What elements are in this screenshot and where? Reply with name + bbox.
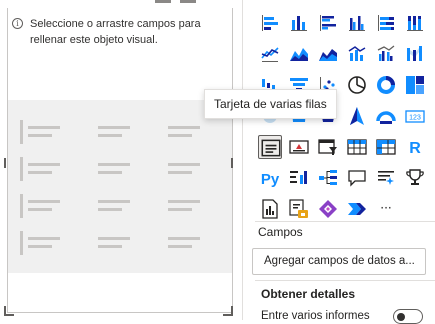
kpi-icon[interactable] [287,135,311,159]
more-visuals-icon[interactable]: ··· [374,197,398,221]
qa-icon[interactable] [345,166,369,190]
fields-section-label: Campos [258,225,303,239]
cross-report-toggle[interactable] [393,309,423,324]
card-placeholder [8,100,232,273]
goals-icon[interactable] [403,166,427,190]
resize-handle-bottom-right-h[interactable] [223,314,233,316]
100-stacked-bar-chart-icon[interactable] [374,11,398,35]
line-chart-icon[interactable] [258,42,282,66]
visual-empty-message: Seleccione o arrastre campos para rellen… [30,18,201,46]
placeholder-row [8,231,232,255]
matrix-icon[interactable] [374,135,398,159]
clustered-bar-chart-icon[interactable] [316,11,340,35]
smart-narrative-icon[interactable] [374,166,398,190]
table-icon[interactable] [345,135,369,159]
azure-map-icon[interactable] [345,104,369,128]
info-icon: i [12,18,23,29]
key-influencers-icon[interactable] [287,166,311,190]
focus-mode-icon[interactable] [155,0,171,3]
treemap-icon[interactable] [403,73,427,97]
r-visual-icon[interactable]: R [403,135,427,159]
resize-handle-right[interactable] [231,158,233,168]
slicer-icon[interactable] [316,135,340,159]
power-automate-flow-icon[interactable] [345,197,369,221]
power-automate-icon[interactable] [287,197,311,221]
section-divider [255,221,435,222]
resize-handle-left[interactable] [4,158,6,168]
python-visual-icon[interactable]: Py [258,166,282,190]
card-icon[interactable]: 123 [403,104,427,128]
pie-chart-icon[interactable] [345,73,369,97]
stacked-bar-chart-icon[interactable] [258,11,282,35]
stacked-column-chart-icon[interactable] [287,11,311,35]
placeholder-row [8,157,232,181]
section-divider [255,280,435,281]
line-and-stacked-column-chart-icon[interactable] [345,42,369,66]
stacked-area-chart-icon[interactable] [316,42,340,66]
svg-text:Py: Py [261,171,280,188]
placeholder-row [8,194,232,218]
drillthrough-section-label: Obtener detalles [261,287,356,301]
placeholder-row [8,120,232,144]
more-options-icon[interactable] [180,0,196,3]
decomposition-tree-icon[interactable] [316,166,340,190]
fields-well[interactable]: Agregar campos de datos a... [252,248,426,275]
clustered-column-chart-icon[interactable] [345,11,369,35]
report-canvas[interactable]: i Seleccione o arrastre campos para rell… [0,0,242,320]
power-apps-icon[interactable] [316,197,340,221]
line-and-clustered-column-chart-icon[interactable] [374,42,398,66]
100-stacked-column-chart-icon[interactable] [403,11,427,35]
paginated-report-icon[interactable] [258,197,282,221]
multi-row-card-icon[interactable] [258,135,282,159]
area-chart-icon[interactable] [287,42,311,66]
donut-chart-icon[interactable] [374,73,398,97]
cross-report-label: Entre varios informes [261,310,370,322]
svg-text:···: ··· [380,201,391,215]
svg-text:R: R [409,140,421,157]
resize-handle-bottom-left-h[interactable] [4,314,14,316]
gauge-icon[interactable] [374,104,398,128]
multi-row-card-visual[interactable]: i Seleccione o arrastre campos para rell… [7,8,233,313]
visual-tooltip: Tarjeta de varias filas [204,89,337,119]
svg-text:123: 123 [409,115,421,122]
ribbon-chart-icon[interactable] [403,42,427,66]
